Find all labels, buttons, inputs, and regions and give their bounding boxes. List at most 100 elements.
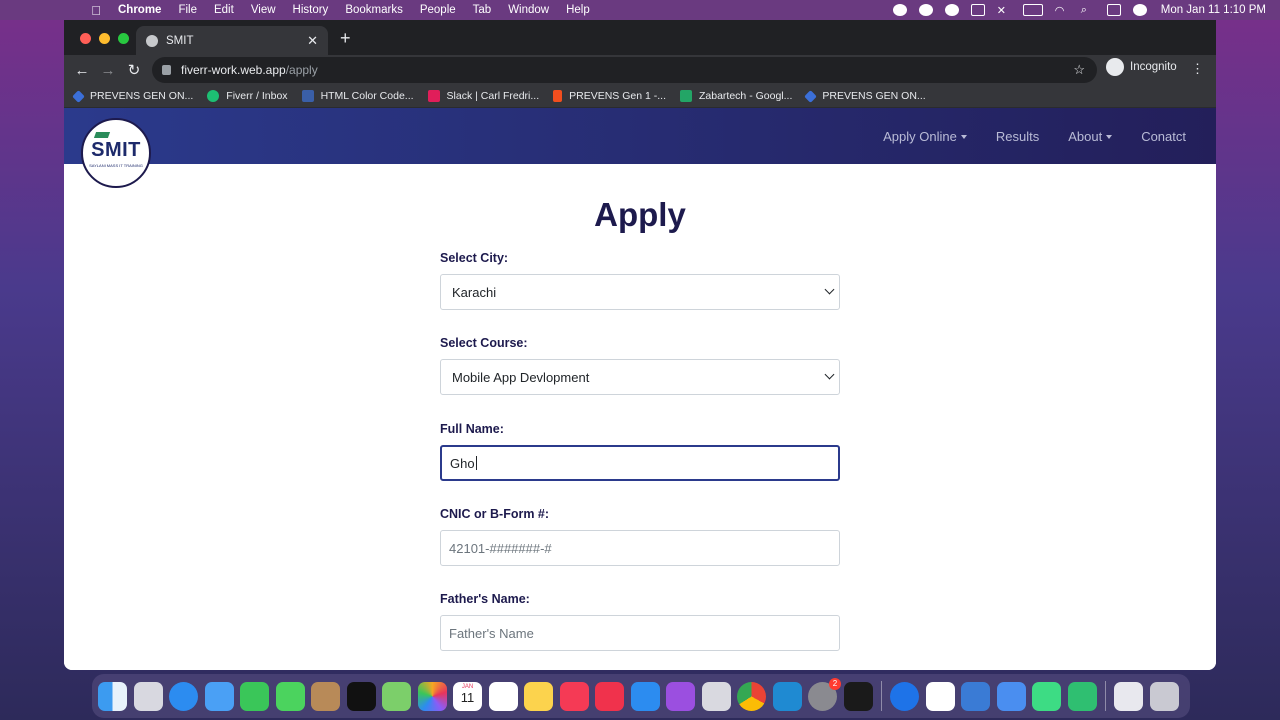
- wifi-icon[interactable]: ◠: [1055, 4, 1069, 17]
- menu-window[interactable]: Window: [508, 4, 549, 16]
- bookmark-favicon-icon: [207, 90, 220, 102]
- news-icon[interactable]: [595, 681, 624, 711]
- notes-icon[interactable]: [524, 681, 553, 711]
- menu-help[interactable]: Help: [566, 4, 590, 16]
- tab-smit[interactable]: SMIT ✕: [136, 26, 328, 55]
- tab-close-icon[interactable]: ✕: [307, 33, 318, 49]
- new-tab-icon[interactable]: +: [340, 28, 351, 49]
- course-select[interactable]: Mobile App Devlopment: [440, 359, 840, 395]
- bluetooth-icon[interactable]: ✕: [997, 4, 1011, 17]
- music-icon[interactable]: [559, 681, 589, 711]
- bookmark-item[interactable]: Slack | Carl Fredri...: [427, 90, 539, 102]
- menu-app-name[interactable]: Chrome: [118, 4, 161, 16]
- trash-icon[interactable]: [1149, 681, 1179, 711]
- menu-clock[interactable]: Mon Jan 11 1:10 PM: [1161, 4, 1266, 16]
- terminal-icon[interactable]: [843, 681, 873, 711]
- font-icon[interactable]: [970, 4, 985, 16]
- lock-icon[interactable]: [162, 65, 171, 75]
- cnic-input[interactable]: 42101-#######-#: [440, 530, 840, 566]
- nav-results[interactable]: Results: [996, 129, 1039, 144]
- incognito-label: Incognito: [1130, 61, 1177, 73]
- maps-icon[interactable]: [382, 681, 411, 711]
- search-icon[interactable]: ⌕: [1081, 4, 1095, 16]
- text-cursor: [475, 456, 477, 470]
- photos-icon[interactable]: [417, 681, 447, 711]
- site-nav-links: Apply Online Results About Conatct: [854, 108, 1186, 164]
- bookmark-favicon-icon: [680, 90, 692, 102]
- finder-icon[interactable]: [98, 681, 127, 711]
- control-center-icon[interactable]: [1106, 4, 1121, 16]
- caret-down-icon: [1106, 135, 1113, 140]
- chevron-down-icon: [824, 369, 835, 380]
- xcode-icon[interactable]: [961, 681, 990, 711]
- site-navbar: Apply Online Results About Conatct: [64, 108, 1216, 164]
- podcasts-icon[interactable]: [666, 681, 695, 711]
- android-studio-icon[interactable]: [1032, 681, 1061, 711]
- site-logo[interactable]: SMIT SAYLANI MASS IT TRAINING: [81, 118, 151, 188]
- more-menu-icon[interactable]: ⋮: [1191, 61, 1204, 77]
- apple-icon[interactable]: : [86, 3, 106, 18]
- reminders-icon[interactable]: [488, 681, 518, 711]
- zoom-window-button[interactable]: [118, 33, 129, 44]
- city-select[interactable]: Karachi: [440, 274, 840, 310]
- calendar-icon[interactable]: JAN 11: [453, 681, 482, 711]
- bookmark-item[interactable]: PREVENS Gen 1 -...: [553, 90, 666, 102]
- incognito-icon: [1106, 58, 1124, 76]
- bookmark-item[interactable]: PREVENS GEN ON...: [804, 89, 926, 103]
- safari-icon[interactable]: [169, 681, 198, 711]
- slack-icon[interactable]: [925, 681, 955, 711]
- nav-contact[interactable]: Conatct: [1141, 129, 1186, 144]
- apple-tv-icon[interactable]: [346, 681, 376, 711]
- menu-tab[interactable]: Tab: [473, 4, 492, 16]
- close-window-button[interactable]: [80, 33, 91, 44]
- mail-icon[interactable]: [204, 681, 234, 711]
- menu-people[interactable]: People: [420, 4, 456, 16]
- menu-edit[interactable]: Edit: [214, 4, 234, 16]
- nav-about[interactable]: About: [1068, 129, 1113, 144]
- reload-icon[interactable]: ↻: [121, 61, 147, 79]
- menu-view[interactable]: View: [251, 4, 276, 16]
- dock-separator: [1105, 681, 1106, 711]
- bookmark-star-icon[interactable]: ☆: [1073, 62, 1085, 78]
- simulator-icon[interactable]: [996, 681, 1026, 711]
- course-select-value: Mobile App Devlopment: [452, 369, 590, 385]
- bookmark-item[interactable]: HTML Color Code...: [301, 90, 414, 102]
- script-editor-icon[interactable]: [701, 681, 731, 711]
- father-name-placeholder: Father's Name: [449, 625, 534, 641]
- downloads-folder-icon[interactable]: [1114, 681, 1143, 711]
- forward-arrow-icon[interactable]: →: [95, 62, 121, 79]
- app-store-icon[interactable]: [630, 681, 660, 711]
- graduation-cap-icon: [93, 132, 111, 138]
- record-icon[interactable]: [892, 4, 907, 16]
- contacts-icon[interactable]: [311, 681, 340, 711]
- minimize-window-button[interactable]: [99, 33, 110, 44]
- minus-icon[interactable]: [918, 4, 933, 16]
- system-preferences-icon[interactable]: 2: [808, 677, 841, 711]
- menu-file[interactable]: File: [178, 4, 197, 16]
- vscode-icon[interactable]: [772, 681, 802, 711]
- creative-cloud-icon[interactable]: [944, 4, 959, 16]
- chevron-down-icon: [824, 284, 835, 295]
- chrome-icon[interactable]: [737, 681, 766, 711]
- bookmark-item[interactable]: Fiverr / Inbox: [207, 90, 288, 102]
- android-emulator-icon[interactable]: [1067, 681, 1097, 711]
- full-name-input[interactable]: Gho: [440, 445, 840, 481]
- user-icon[interactable]: [1132, 4, 1147, 16]
- bookmark-item[interactable]: PREVENS GEN ON...: [72, 89, 193, 103]
- incognito-indicator[interactable]: Incognito: [1106, 58, 1177, 76]
- url-path: /apply: [285, 63, 318, 77]
- nav-apply-online[interactable]: Apply Online: [883, 129, 967, 144]
- bookmark-item[interactable]: Zabartech - Googl...: [680, 90, 792, 102]
- messages-icon[interactable]: [275, 681, 305, 711]
- teamviewer-icon[interactable]: [890, 681, 919, 711]
- address-bar[interactable]: fiverr-work.web.app/apply ☆: [152, 57, 1097, 83]
- window-controls: [80, 33, 137, 44]
- father-name-input[interactable]: Father's Name: [440, 615, 840, 651]
- back-arrow-icon[interactable]: ←: [69, 62, 95, 79]
- url-host: fiverr-work.web.app: [181, 63, 286, 77]
- battery-icon[interactable]: [1022, 4, 1043, 16]
- menu-bookmarks[interactable]: Bookmarks: [345, 4, 403, 16]
- menu-history[interactable]: History: [293, 4, 329, 16]
- launchpad-icon[interactable]: [133, 681, 163, 711]
- facetime-icon[interactable]: [240, 681, 269, 711]
